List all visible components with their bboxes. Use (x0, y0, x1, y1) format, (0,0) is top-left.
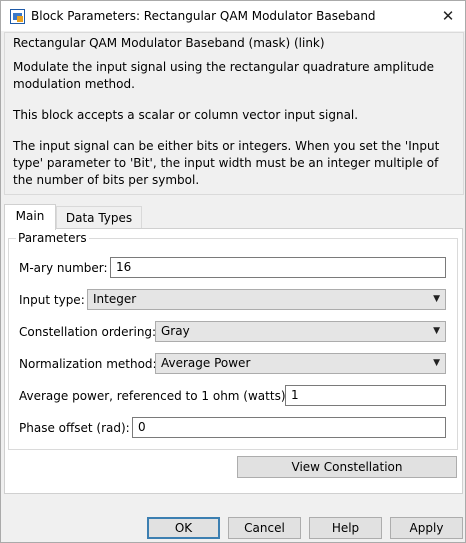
mary-number-field[interactable]: 16 (110, 257, 446, 278)
view-constellation-button[interactable]: View Constellation (237, 456, 457, 478)
cancel-button[interactable]: Cancel (228, 517, 301, 539)
normalization-method-select[interactable]: Average Power ▼ (155, 353, 446, 374)
input-type-label: Input type: (19, 293, 85, 307)
close-button[interactable]: ✕ (431, 1, 465, 31)
constellation-ordering-value: Gray (161, 324, 190, 338)
apply-button[interactable]: Apply (390, 517, 463, 539)
phase-offset-field[interactable]: 0 (132, 417, 446, 438)
average-power-field[interactable]: 1 (285, 385, 446, 406)
description-paragraph-3: The input signal can be either bits or i… (13, 139, 440, 187)
average-power-label: Average power, referenced to 1 ohm (watt… (19, 389, 290, 403)
block-parameters-dialog: Block Parameters: Rectangular QAM Modula… (0, 0, 466, 543)
ok-button[interactable]: OK (147, 517, 220, 539)
help-button[interactable]: Help (309, 517, 382, 539)
input-type-value: Integer (93, 292, 137, 306)
parameters-group-title: Parameters (16, 231, 89, 245)
chevron-down-icon: ▼ (433, 294, 440, 304)
simulink-block-icon (10, 9, 25, 24)
tab-main[interactable]: Main (4, 204, 56, 230)
normalization-method-value: Average Power (161, 356, 251, 370)
title-bar: Block Parameters: Rectangular QAM Modula… (1, 1, 465, 31)
mary-number-label: M-ary number: (19, 261, 108, 275)
chevron-down-icon: ▼ (433, 358, 440, 368)
chevron-down-icon: ▼ (433, 326, 440, 336)
tab-data-types[interactable]: Data Types (56, 206, 142, 229)
constellation-ordering-select[interactable]: Gray ▼ (155, 321, 446, 342)
tab-bar: Main Data Types (4, 204, 464, 230)
block-mask-title: Rectangular QAM Modulator Baseband (mask… (13, 36, 325, 50)
phase-offset-label: Phase offset (rad): (19, 421, 130, 435)
description-paragraph-1: Modulate the input signal using the rect… (13, 60, 435, 91)
description-paragraph-2: This block accepts a scalar or column ve… (13, 108, 359, 122)
normalization-method-label: Normalization method: (19, 357, 157, 371)
constellation-ordering-label: Constellation ordering: (19, 325, 157, 339)
input-type-select[interactable]: Integer ▼ (87, 289, 446, 310)
window-title: Block Parameters: Rectangular QAM Modula… (31, 9, 376, 23)
